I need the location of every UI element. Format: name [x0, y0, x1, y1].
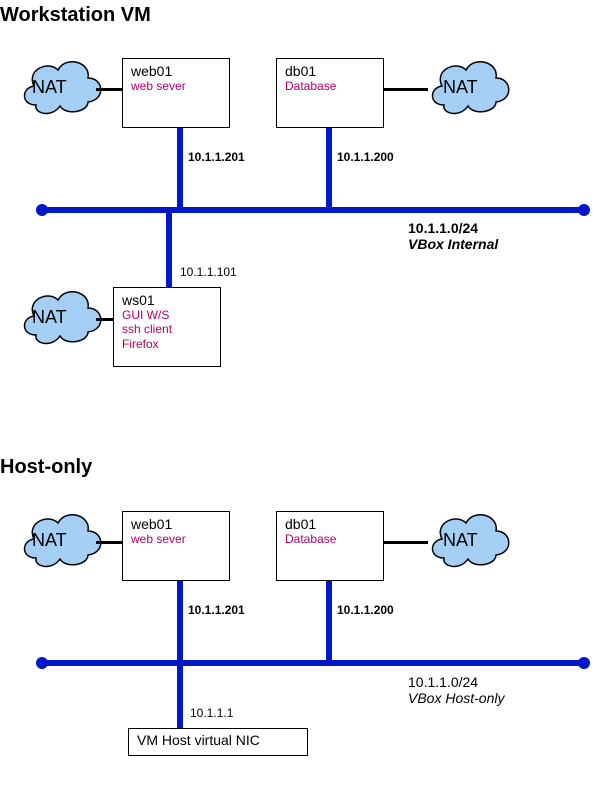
drop-hostnic [177, 666, 183, 728]
web01-desc-1: web sever [131, 79, 221, 93]
ws01-desc2: ssh client [122, 322, 212, 336]
net-label-1: 10.1.1.0/24 VBox Internal [408, 220, 498, 252]
ip-db01-2: 10.1.1.200 [337, 603, 394, 617]
web01-desc-2: web sever [131, 532, 221, 546]
db01-name-2: db01 [285, 516, 375, 532]
net-cidr-2: 10.1.1.0/24 [408, 674, 504, 690]
drop-db01-2 [326, 581, 332, 663]
nat-label-db01-2: NAT [443, 530, 478, 551]
ip-web01-1: 10.1.1.201 [188, 150, 245, 164]
box-db01-2: db01 Database [276, 511, 384, 581]
box-web01-2: web01 web sever [122, 511, 230, 581]
drop-web01-2 [177, 581, 183, 663]
db01-name-1: db01 [285, 63, 375, 79]
section-host-only: Host-only NAT web01 web sever db01 Datab… [0, 448, 599, 800]
link-nat-web01 [96, 88, 122, 91]
ip-web01-2: 10.1.1.201 [188, 603, 245, 617]
nat-label-web01: NAT [32, 77, 67, 98]
box-ws01: ws01 GUI W/S ssh client Firefox [113, 287, 221, 367]
link-nat-ws01 [96, 318, 113, 321]
bus-dot-right-2 [578, 657, 590, 669]
box-web01-1: web01 web sever [122, 58, 230, 128]
nat-label-web01-2: NAT [32, 530, 67, 551]
web01-name-2: web01 [131, 516, 221, 532]
ws01-desc3: Firefox [122, 337, 212, 351]
bus-dot-right-1 [578, 204, 590, 216]
bus-2 [40, 660, 582, 666]
db01-desc-1: Database [285, 79, 375, 93]
nat-label-ws01: NAT [32, 307, 67, 328]
section-title-1: Workstation VM [0, 4, 151, 27]
bus-1 [40, 207, 582, 213]
drop-db01-1 [326, 128, 332, 210]
link-db01-nat [384, 88, 428, 91]
link-db01-nat-2 [384, 541, 428, 544]
section-title-2: Host-only [0, 456, 92, 479]
nat-label-db01: NAT [443, 77, 478, 98]
box-hostnic: VM Host virtual NIC [128, 728, 308, 756]
ip-ws01: 10.1.1.101 [180, 265, 237, 279]
link-nat-web01-2 [96, 541, 122, 544]
ip-hostnic: 10.1.1.1 [190, 706, 233, 720]
bus-dot-left-1 [36, 204, 48, 216]
net-type-2: VBox Host-only [408, 690, 504, 706]
net-cidr-1: 10.1.1.0/24 [408, 220, 478, 236]
box-db01-1: db01 Database [276, 58, 384, 128]
hostnic-label: VM Host virtual NIC [137, 732, 299, 748]
drop-web01-1 [177, 128, 183, 210]
bus-dot-left-2 [36, 657, 48, 669]
ws01-name: ws01 [122, 292, 212, 308]
ip-db01-1: 10.1.1.200 [337, 150, 394, 164]
net-label-2: 10.1.1.0/24 VBox Host-only [408, 674, 504, 706]
ws01-desc1: GUI W/S [122, 308, 212, 322]
drop-ws01 [166, 213, 172, 289]
db01-desc-2: Database [285, 532, 375, 546]
net-type-1: VBox Internal [408, 236, 498, 252]
section-workstation-vm: Workstation VM NAT web01 web sever db01 … [0, 0, 599, 395]
web01-name-1: web01 [131, 63, 221, 79]
